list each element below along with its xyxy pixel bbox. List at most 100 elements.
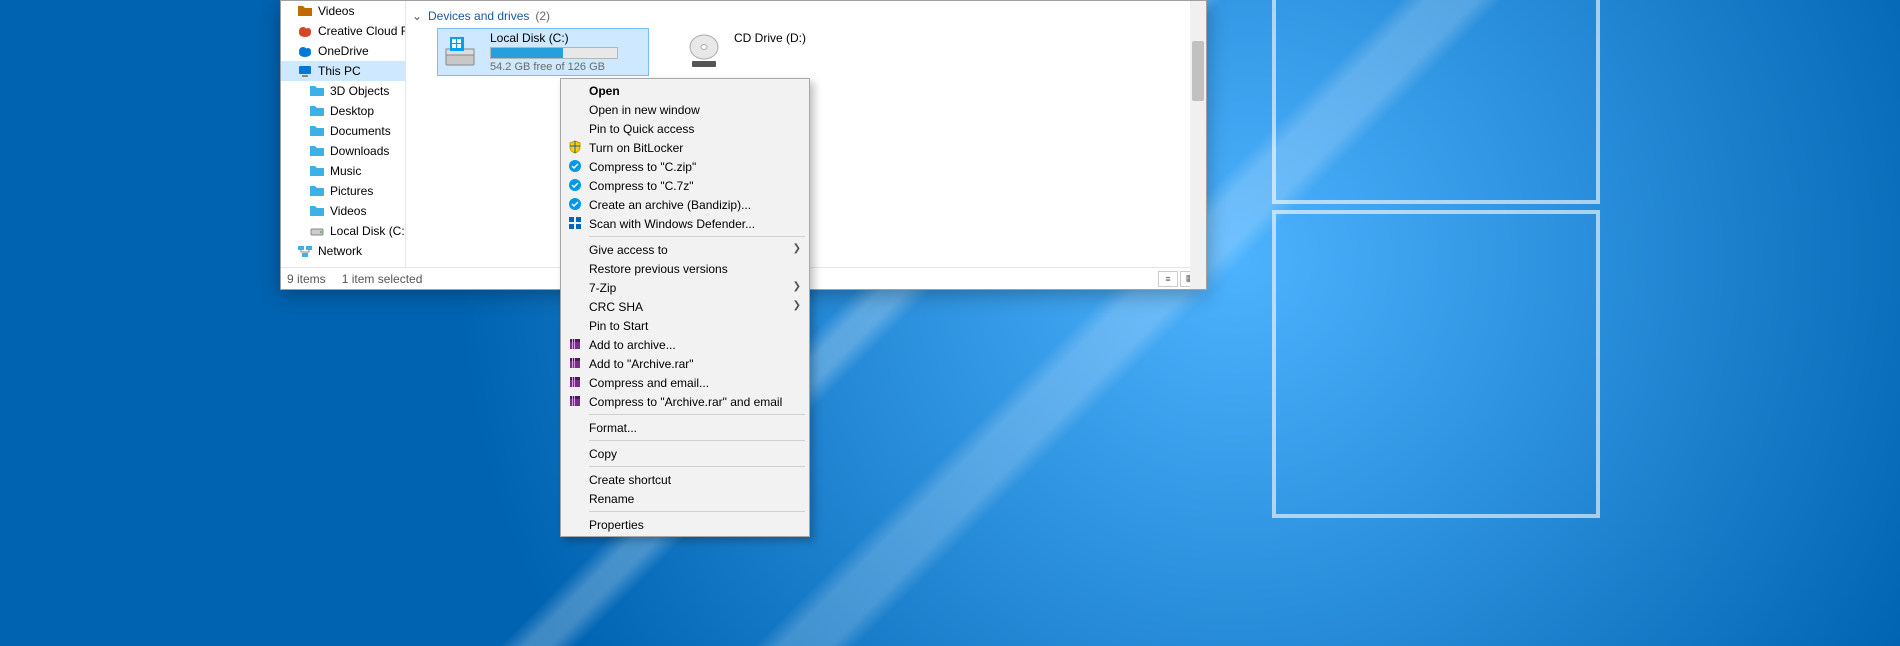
ctx-compress-to-archive-rar-and-email[interactable]: Compress to "Archive.rar" and email [563,392,807,411]
ctx-label: Create an archive (Bandizip)... [589,198,751,212]
ctx-label: Pin to Start [589,319,648,333]
nav-label: Videos [330,204,366,218]
nav-item-creative-cloud-fil[interactable]: Creative Cloud Fil [281,21,405,41]
ctx-restore-previous-versions[interactable]: Restore previous versions [563,259,807,278]
nav-item-downloads[interactable]: Downloads [281,141,405,161]
nav-item-music[interactable]: Music [281,161,405,181]
context-separator [589,236,805,237]
hdd-win-icon [440,31,480,71]
cd-icon [684,31,724,71]
ctx-add-to-archive-rar[interactable]: Add to "Archive.rar" [563,354,807,373]
ctx-properties[interactable]: Properties [563,515,807,534]
folder-icon [309,203,325,219]
ctx-pin-to-start[interactable]: Pin to Start [563,316,807,335]
nav-item-3d-objects[interactable]: 3D Objects [281,81,405,101]
rar-icon [567,393,583,409]
folder-icon [309,143,325,159]
nav-item-onedrive[interactable]: OneDrive [281,41,405,61]
ctx-label: Pin to Quick access [589,122,694,136]
ctx-create-an-archive-bandizip[interactable]: Create an archive (Bandizip)... [563,195,807,214]
cloud-icon [297,23,313,39]
status-selected: 1 item selected [342,272,423,286]
nav-item-documents[interactable]: Documents [281,121,405,141]
nav-pane[interactable]: Videos Creative Cloud Fil OneDrive This PC 3… [281,1,406,267]
ctx-label: Give access to [589,243,668,257]
drives-row: Local Disk (C:) 54.2 GB free of 126 GB CD … [412,27,1200,75]
ctx-label: Open [589,84,620,98]
context-separator [589,440,805,441]
ctx-label: 7-Zip [589,281,616,295]
ctx-open-in-new-window[interactable]: Open in new window [563,100,807,119]
ctx-format[interactable]: Format... [563,418,807,437]
ctx-crc-sha[interactable]: CRC SHA❯ [563,297,807,316]
ctx-rename[interactable]: Rename [563,489,807,508]
ctx-label: Rename [589,492,634,506]
nav-label: Downloads [330,144,389,158]
blue-icon [567,158,583,174]
ctx-pin-to-quick-access[interactable]: Pin to Quick access [563,119,807,138]
ctx-label: Add to "Archive.rar" [589,357,694,371]
view-details-button[interactable]: ≡ [1158,271,1178,287]
ctx-label: Compress to "C.zip" [589,160,696,174]
ctx-7-zip[interactable]: 7-Zip ❯ [563,278,807,297]
context-separator [589,511,805,512]
nav-item-pictures[interactable]: Pictures [281,181,405,201]
ctx-add-to-archive[interactable]: Add to archive... [563,335,807,354]
ctx-compress-and-email[interactable]: Compress and email... [563,373,807,392]
group-label: Devices and drives [428,9,529,23]
nav-label: OneDrive [318,44,369,58]
nav-label: Creative Cloud Fil [318,24,405,38]
nav-item-videos[interactable]: Videos [281,201,405,221]
ctx-label: Create shortcut [589,473,671,487]
nav-label: This PC [318,64,361,78]
folder-icon [297,3,313,19]
nav-label: Pictures [330,184,373,198]
rar-icon [567,355,583,371]
submenu-arrow-icon: ❯ [793,281,801,292]
drive-subtext: 54.2 GB free of 126 GB [490,61,618,73]
folder-icon [309,83,325,99]
submenu-arrow-icon: ❯ [793,300,801,311]
nav-label: Videos [318,4,354,18]
folder-icon [309,103,325,119]
nav-label: Network [318,244,362,258]
nav-item-videos[interactable]: Videos [281,1,405,21]
nav-item-this-pc[interactable]: This PC [281,61,405,81]
ctx-open[interactable]: Open [563,81,807,100]
nav-label: Local Disk (C:) [330,224,405,238]
nav-item-desktop[interactable]: Desktop [281,101,405,121]
rar-icon [567,374,583,390]
ctx-compress-to-c-7z[interactable]: Compress to "C.7z" [563,176,807,195]
nav-item-local-disk-c-[interactable]: Local Disk (C:) [281,221,405,241]
ctx-label: Turn on BitLocker [589,141,683,155]
ctx-copy[interactable]: Copy [563,444,807,463]
ctx-turn-on-bitlocker[interactable]: Turn on BitLocker [563,138,807,157]
pc-icon [297,63,313,79]
defender-icon [567,215,583,231]
drives-group-header[interactable]: ⌄ Devices and drives (2) [412,5,1200,27]
ctx-create-shortcut[interactable]: Create shortcut [563,470,807,489]
status-items: 9 items [287,272,326,286]
context-separator [589,466,805,467]
ctx-label: Open in new window [589,103,700,117]
folder-icon [309,183,325,199]
ctx-give-access-to[interactable]: Give access to❯ [563,240,807,259]
ctx-label: Copy [589,447,617,461]
ctx-scan-with-windows-defender[interactable]: Scan with Windows Defender... [563,214,807,233]
drive-name: CD Drive (D:) [734,31,806,45]
ctx-compress-to-c-zip[interactable]: Compress to "C.zip" [563,157,807,176]
nav-label: Music [330,164,361,178]
ctx-label: Compress to "Archive.rar" and email [589,395,782,409]
drive-local-disk-c-[interactable]: Local Disk (C:) 54.2 GB free of 126 GB [438,29,648,75]
nav-item-network[interactable]: Network [281,241,405,261]
folder-icon [309,123,325,139]
ctx-label: Properties [589,518,644,532]
nav-label: 3D Objects [330,84,389,98]
drive-name: Local Disk (C:) [490,31,618,45]
usage-bar [490,47,618,59]
network-icon [297,243,313,259]
drive-cd-drive-d-[interactable]: CD Drive (D:) [682,29,892,75]
ctx-label: Restore previous versions [589,262,728,276]
context-menu: Open Open in new window Pin to Quick acces… [560,78,810,537]
folder-icon [309,163,325,179]
